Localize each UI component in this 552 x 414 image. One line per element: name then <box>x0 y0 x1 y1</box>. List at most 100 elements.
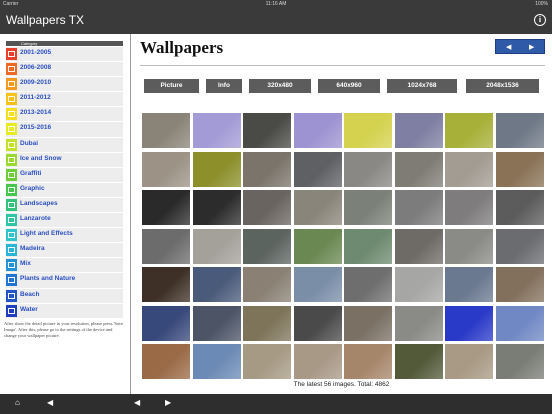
category-item[interactable]: 2015-2016 <box>6 122 123 138</box>
wallpaper-thumbnail[interactable] <box>495 113 544 148</box>
category-item[interactable]: Light and Effects <box>6 228 123 244</box>
category-label: Plants and Nature <box>20 275 76 283</box>
picture-button[interactable]: Picture <box>144 79 199 93</box>
wallpaper-grid <box>142 113 544 379</box>
category-item[interactable]: Mix <box>6 258 123 274</box>
res-640x960-button[interactable]: 640x960 <box>318 79 380 93</box>
wallpaper-thumbnail[interactable] <box>293 113 342 148</box>
wallpaper-thumbnail[interactable] <box>142 305 190 341</box>
wallpaper-thumbnail[interactable] <box>445 267 493 302</box>
category-item[interactable]: 2001-2005 <box>6 47 123 63</box>
category-item[interactable]: Madeira <box>6 243 123 259</box>
wallpaper-thumbnail[interactable] <box>344 113 392 148</box>
wallpaper-thumbnail[interactable] <box>394 305 443 341</box>
category-item[interactable]: Landscapes <box>6 197 123 214</box>
wallpaper-thumbnail[interactable] <box>445 151 493 187</box>
category-label: Water <box>20 305 38 313</box>
wallpaper-thumbnail[interactable] <box>293 190 342 225</box>
wallpaper-thumbnail[interactable] <box>445 344 493 379</box>
category-item[interactable]: Water <box>6 303 123 319</box>
info-button[interactable]: Info <box>206 79 242 93</box>
res-320x480-button[interactable]: 320x480 <box>249 79 311 93</box>
category-item[interactable]: Beach <box>6 288 123 304</box>
divider <box>140 65 545 66</box>
wallpaper-thumbnail[interactable] <box>344 344 392 379</box>
category-label: Light and Effects <box>20 230 73 238</box>
category-item[interactable]: 2006-2008 <box>6 62 123 78</box>
prev-icon[interactable]: ◀ <box>134 398 140 407</box>
home-icon[interactable]: ⌂ <box>15 398 20 407</box>
wallpaper-thumbnail[interactable] <box>142 228 190 264</box>
wallpaper-thumbnail[interactable] <box>445 113 493 148</box>
wallpaper-thumbnail[interactable] <box>495 190 544 225</box>
category-folder-icon <box>6 78 17 91</box>
category-item[interactable]: Dubai <box>6 137 123 153</box>
wallpaper-thumbnail[interactable] <box>243 344 291 379</box>
wallpaper-thumbnail[interactable] <box>445 190 493 225</box>
wallpaper-thumbnail[interactable] <box>293 305 342 341</box>
wallpaper-thumbnail[interactable] <box>394 267 443 302</box>
wallpaper-thumbnail[interactable] <box>344 305 392 341</box>
wallpaper-thumbnail[interactable] <box>394 344 443 379</box>
category-list: 2001-2005 2006-2008 2009-2010 2011-2012 2013… <box>6 47 123 319</box>
category-item[interactable]: Graphic <box>6 182 123 198</box>
wallpaper-thumbnail[interactable] <box>192 151 241 187</box>
wallpaper-thumbnail[interactable] <box>243 305 291 341</box>
wallpaper-thumbnail[interactable] <box>142 113 190 148</box>
wallpaper-thumbnail[interactable] <box>192 113 241 148</box>
wallpaper-thumbnail[interactable] <box>293 151 342 187</box>
wallpaper-thumbnail[interactable] <box>243 267 291 302</box>
wallpaper-thumbnail[interactable] <box>192 344 241 379</box>
category-item[interactable]: Lanzarote <box>6 213 123 229</box>
next-page-button[interactable]: ▶ <box>529 43 534 51</box>
wallpaper-thumbnail[interactable] <box>293 228 342 264</box>
wallpaper-thumbnail[interactable] <box>142 151 190 187</box>
res-1024x768-button[interactable]: 1024x768 <box>387 79 457 93</box>
category-item[interactable]: 2009-2010 <box>6 77 123 93</box>
category-item[interactable]: Graffiti <box>6 167 123 183</box>
category-item[interactable]: Ice and Snow <box>6 152 123 168</box>
wallpaper-thumbnail[interactable] <box>344 190 392 225</box>
wallpaper-thumbnail[interactable] <box>495 228 544 264</box>
wallpaper-thumbnail[interactable] <box>192 228 241 264</box>
wallpaper-thumbnail[interactable] <box>192 305 241 341</box>
wallpaper-thumbnail[interactable] <box>344 151 392 187</box>
category-item[interactable]: 2011-2012 <box>6 92 123 108</box>
instructions-note: After show the detail picture in your re… <box>4 321 124 338</box>
wallpaper-thumbnail[interactable] <box>243 151 291 187</box>
category-label: 2013-2014 <box>20 109 52 117</box>
wallpaper-thumbnail[interactable] <box>394 190 443 225</box>
wallpaper-thumbnail[interactable] <box>192 190 241 225</box>
back-icon[interactable]: ◀ <box>47 398 53 407</box>
next-icon[interactable]: ▶ <box>165 398 171 407</box>
wallpaper-thumbnail[interactable] <box>293 267 342 302</box>
wallpaper-thumbnail[interactable] <box>394 228 443 264</box>
wallpaper-thumbnail[interactable] <box>243 113 291 148</box>
wallpaper-thumbnail[interactable] <box>495 305 544 341</box>
wallpaper-thumbnail[interactable] <box>344 267 392 302</box>
category-folder-icon <box>6 274 17 287</box>
wallpaper-thumbnail[interactable] <box>142 267 190 302</box>
category-label: 2011-2012 <box>20 94 51 102</box>
wallpaper-thumbnail[interactable] <box>142 344 190 379</box>
wallpaper-thumbnail[interactable] <box>243 190 291 225</box>
wallpaper-thumbnail[interactable] <box>495 267 544 302</box>
category-item[interactable]: Plants and Nature <box>6 273 123 289</box>
wallpaper-thumbnail[interactable] <box>293 344 342 379</box>
category-folder-icon <box>6 289 17 302</box>
wallpaper-thumbnail[interactable] <box>394 151 443 187</box>
wallpaper-thumbnail[interactable] <box>243 228 291 264</box>
category-item[interactable]: 2013-2014 <box>6 107 123 123</box>
wallpaper-thumbnail[interactable] <box>394 113 443 148</box>
res-2048x1536-button[interactable]: 2048x1536 <box>466 79 539 93</box>
wallpaper-thumbnail[interactable] <box>142 190 190 225</box>
wallpaper-thumbnail[interactable] <box>495 151 544 187</box>
wallpaper-thumbnail[interactable] <box>445 305 493 341</box>
info-icon[interactable]: i <box>534 14 546 26</box>
category-folder-icon <box>6 198 17 211</box>
prev-page-button[interactable]: ◀ <box>506 43 511 51</box>
wallpaper-thumbnail[interactable] <box>192 267 241 302</box>
wallpaper-thumbnail[interactable] <box>445 228 493 264</box>
wallpaper-thumbnail[interactable] <box>495 344 544 379</box>
wallpaper-thumbnail[interactable] <box>344 228 392 264</box>
